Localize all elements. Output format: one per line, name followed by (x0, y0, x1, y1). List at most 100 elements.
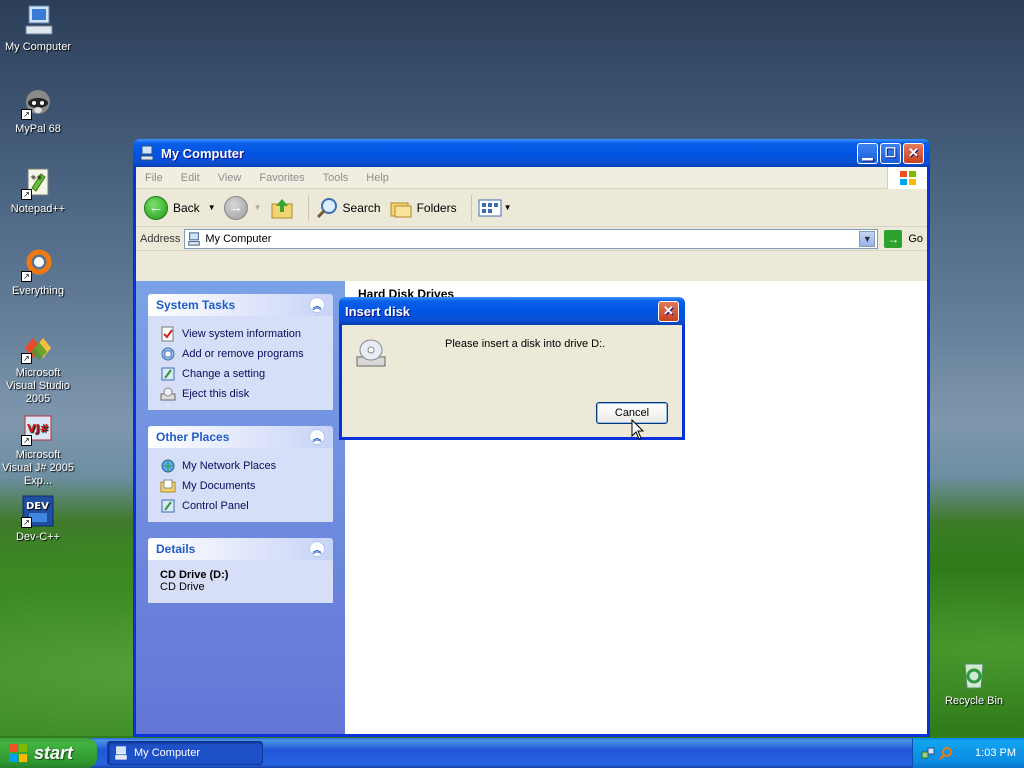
back-arrow-icon: ← (144, 195, 168, 220)
link-label: Control Panel (182, 500, 249, 512)
link-control-panel[interactable]: Control Panel (160, 496, 321, 516)
shortcut-arrow-icon: ↗ (21, 353, 32, 364)
folders-button[interactable]: Folders (389, 196, 457, 220)
collapse-chevron-icon[interactable]: ︽ (309, 297, 325, 313)
forward-dropdown-icon[interactable]: ▼ (254, 203, 262, 212)
start-button[interactable]: start (0, 738, 97, 768)
search-button[interactable]: Search (315, 196, 381, 220)
link-label: Add or remove programs (182, 348, 304, 360)
tray-search-icon[interactable] (939, 746, 953, 760)
menu-help[interactable]: Help (357, 172, 398, 184)
back-dropdown-icon[interactable]: ▼ (208, 203, 216, 212)
menu-favorites[interactable]: Favorites (250, 172, 313, 184)
close-icon: ✕ (908, 145, 919, 160)
desktop-icon-label: Dev-C++ (15, 531, 61, 543)
start-label: start (34, 742, 74, 763)
address-dropdown-button[interactable]: ▼ (859, 230, 876, 247)
desktop-icon-label: Recycle Bin (944, 695, 1004, 707)
svg-text:DEV: DEV (26, 501, 49, 512)
eject-disk-icon (160, 387, 176, 401)
dialog-titlebar[interactable]: Insert disk ✕ (339, 297, 685, 325)
computer-icon (188, 231, 201, 246)
minimize-button[interactable]: ▁ (857, 142, 878, 164)
desktop-icon-label: My Computer (4, 41, 72, 53)
collapse-chevron-icon[interactable]: ︽ (309, 429, 325, 445)
desktop-icon-notepadpp[interactable]: ++ ↗ Notepad++ (0, 166, 76, 216)
desktop-icon-everything[interactable]: ↗ Everything (0, 248, 76, 298)
panel-title: Details (156, 542, 196, 556)
taskbar-button-label: My Computer (134, 747, 201, 759)
toolbar-separator (307, 194, 309, 221)
views-dropdown-icon: ▼ (503, 203, 512, 212)
desktop-icon-devcpp[interactable]: DEV ↗ Dev-C++ (0, 494, 76, 544)
link-label: My Network Places (182, 460, 277, 472)
up-button[interactable] (270, 196, 294, 220)
svg-text:VJ#: VJ# (27, 422, 49, 435)
address-field[interactable]: My Computer ▼ (184, 228, 879, 249)
desktop-icon-label: Microsoft Visual J# 2005 Exp... (2, 449, 74, 487)
desktop-icon-visual-jsharp[interactable]: VJ# ↗ Microsoft Visual J# 2005 Exp... (0, 412, 76, 488)
maximize-button[interactable]: ☐ (880, 142, 901, 164)
dialog-message: Please insert a disk into drive D:. (445, 338, 606, 350)
folders-label: Folders (416, 200, 457, 215)
link-view-system-information[interactable]: View system information (160, 324, 321, 344)
network-places-icon (161, 459, 175, 473)
go-button[interactable]: → Go (884, 229, 923, 248)
raccoon-icon: ↗ (21, 86, 55, 120)
shortcut-arrow-icon: ↗ (21, 271, 32, 282)
back-button[interactable]: ← Back ▼ (144, 195, 216, 220)
search-label: Search (342, 200, 381, 215)
system-tray: 1:03 PM (912, 738, 1024, 768)
details-header[interactable]: Details ︽ (148, 538, 333, 560)
address-label: Address (140, 232, 181, 245)
clock[interactable]: 1:03 PM (975, 747, 1016, 759)
link-change-setting[interactable]: Change a setting (160, 364, 321, 384)
menu-tools[interactable]: Tools (314, 172, 358, 184)
window-title: My Computer (161, 145, 245, 161)
link-add-remove-programs[interactable]: Add or remove programs (160, 344, 321, 364)
panel-title: Other Places (156, 430, 230, 444)
desktop-icon-visual-studio[interactable]: ↗ Microsoft Visual Studio 2005 (0, 330, 76, 406)
dev-cpp-icon: DEV ↗ (21, 494, 55, 528)
toolbar: ← Back ▼ → ▼ Search Folders ▼ (136, 189, 927, 227)
details-type: CD Drive (160, 581, 205, 593)
computer-icon (115, 746, 127, 760)
system-tasks-body: View system information Add or remove pr… (148, 316, 333, 410)
forward-button[interactable]: → ▼ (223, 195, 262, 220)
taskbar-button-my-computer[interactable]: My Computer (107, 741, 263, 765)
other-places-panel: Other Places ︽ My Network Places My Docu… (148, 426, 333, 522)
go-label: Go (908, 232, 923, 245)
details-body: CD Drive (D:) CD Drive (148, 560, 333, 603)
windows-logo-icon (887, 166, 927, 189)
svg-text:++: ++ (30, 173, 42, 181)
desktop-icon-my-computer[interactable]: My Computer (0, 4, 76, 54)
link-label: My Documents (182, 480, 256, 492)
shortcut-arrow-icon: ↗ (21, 189, 32, 200)
windows-logo-icon (9, 744, 27, 762)
menu-bar: File Edit View Favorites Tools Help (136, 166, 927, 189)
system-tasks-header[interactable]: System Tasks ︽ (148, 294, 333, 316)
menu-view[interactable]: View (209, 172, 251, 184)
close-button[interactable]: ✕ (903, 142, 924, 164)
desktop-icon-mypal[interactable]: ↗ MyPal 68 (0, 86, 76, 136)
other-places-header[interactable]: Other Places ︽ (148, 426, 333, 448)
link-eject-disk[interactable]: Eject this disk (160, 384, 321, 404)
desktop-icon-recycle-bin[interactable]: Recycle Bin (936, 658, 1012, 708)
dialog-close-button[interactable]: ✕ (658, 300, 679, 322)
tray-network-icon[interactable] (921, 746, 935, 760)
link-my-documents[interactable]: My Documents (160, 476, 321, 496)
visual-jsharp-icon: VJ# ↗ (21, 412, 55, 446)
views-button[interactable]: ▼ (478, 198, 512, 218)
collapse-chevron-icon[interactable]: ︽ (309, 541, 325, 557)
menu-edit[interactable]: Edit (172, 172, 209, 184)
chevron-down-icon: ▼ (862, 233, 872, 244)
desktop-icon-label: MyPal 68 (15, 123, 61, 135)
back-label: Back (173, 200, 200, 215)
search-icon (316, 197, 337, 218)
link-my-network-places[interactable]: My Network Places (160, 456, 321, 476)
window-titlebar[interactable]: My Computer ▁ ☐ ✕ (133, 139, 930, 167)
desktop-icon-label: Everything (12, 285, 64, 297)
menu-file[interactable]: File (136, 172, 172, 184)
go-arrow-icon: → (884, 229, 903, 248)
desktop-icon-label: Microsoft Visual Studio 2005 (5, 367, 70, 405)
